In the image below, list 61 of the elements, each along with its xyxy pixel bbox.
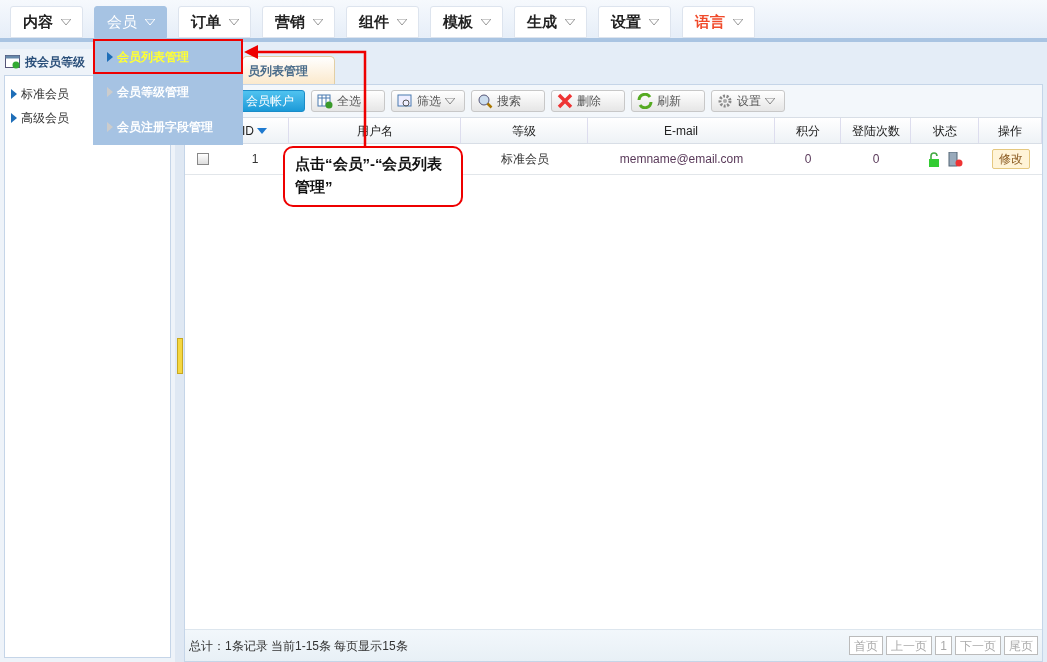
- edit-button[interactable]: 修改: [991, 149, 1030, 169]
- page-tab[interactable]: 员列表管理: [242, 56, 335, 84]
- sidebar-item-label: 标准会员: [21, 86, 69, 103]
- sidebar-title: 按会员等级: [25, 54, 85, 71]
- caret-icon: [396, 19, 407, 25]
- menu-tab[interactable]: 设置: [598, 6, 671, 38]
- toolbar-button[interactable]: 刷新: [631, 90, 705, 112]
- sidebar-item-label: 高级会员: [21, 110, 69, 127]
- caret-icon: [648, 19, 659, 25]
- triangle-icon: [107, 121, 113, 132]
- triangle-icon: [11, 89, 17, 99]
- toolbar-button[interactable]: 全选: [311, 90, 385, 112]
- column-header[interactable]: 登陆次数: [851, 121, 900, 140]
- toolbar-button[interactable]: 搜索: [471, 90, 545, 112]
- table-cell-text: 标准会员: [500, 151, 549, 168]
- table-cell-text: memname@email.com: [619, 151, 744, 168]
- sort-down-icon: [257, 127, 267, 134]
- unlocked-icon: [927, 151, 940, 167]
- column-header[interactable]: 状态: [932, 121, 957, 140]
- table-cell-text: 0: [872, 151, 880, 168]
- menu-tab[interactable]: 内容: [10, 6, 83, 38]
- caret-icon: [312, 19, 323, 25]
- toolbar-button[interactable]: 设置: [711, 90, 785, 112]
- callout-tooltip: 点击“会员”-“会员列表管理”: [283, 146, 463, 207]
- triangle-icon: [11, 113, 17, 123]
- menu-tab[interactable]: 语言: [682, 6, 755, 38]
- triangle-icon: [107, 86, 113, 97]
- refresh-icon: [637, 93, 653, 109]
- caret-icon: [480, 19, 491, 25]
- settings-icon: [717, 93, 733, 109]
- toolbar-button[interactable]: 筛选: [391, 90, 465, 112]
- caret-icon: [228, 19, 239, 25]
- column-header[interactable]: E-mail: [664, 121, 698, 140]
- menu-tab[interactable]: 模板: [430, 6, 503, 38]
- table-cell-text: 1: [251, 151, 259, 168]
- close-icon: [557, 93, 573, 109]
- table-add-icon: [317, 93, 333, 109]
- row-checkbox[interactable]: [197, 153, 209, 165]
- phone-blocked-icon: [947, 151, 963, 167]
- toolbar-button[interactable]: 删除: [551, 90, 625, 112]
- triangle-icon: [107, 51, 113, 62]
- menu-tab[interactable]: 组件: [346, 6, 419, 38]
- dropdown-item-label: 会员等级管理: [117, 83, 189, 101]
- column-header[interactable]: 积分: [795, 121, 820, 140]
- menu-tab[interactable]: 订单: [178, 6, 251, 38]
- caret-icon: [564, 19, 575, 25]
- dropdown-item-label: 会员注册字段管理: [117, 118, 213, 136]
- caret-icon: [144, 19, 155, 25]
- search-icon: [477, 93, 493, 109]
- menu-tab[interactable]: 营销: [262, 6, 335, 38]
- table-cell-text: 0: [804, 151, 812, 168]
- splitter-handle[interactable]: [176, 337, 183, 374]
- column-header[interactable]: 操作: [998, 121, 1022, 140]
- caret-icon: [60, 19, 71, 25]
- dropdown-item-label: 会员列表管理: [117, 48, 189, 66]
- column-header[interactable]: 等级: [512, 121, 536, 140]
- window-search-icon: [397, 93, 413, 109]
- record-summary: 总计：1条记录 当前1-15条 每页显示15条: [189, 637, 408, 655]
- window-add-icon: [5, 55, 21, 69]
- caret-icon: [732, 19, 743, 25]
- menu-tab[interactable]: 生成: [514, 6, 587, 38]
